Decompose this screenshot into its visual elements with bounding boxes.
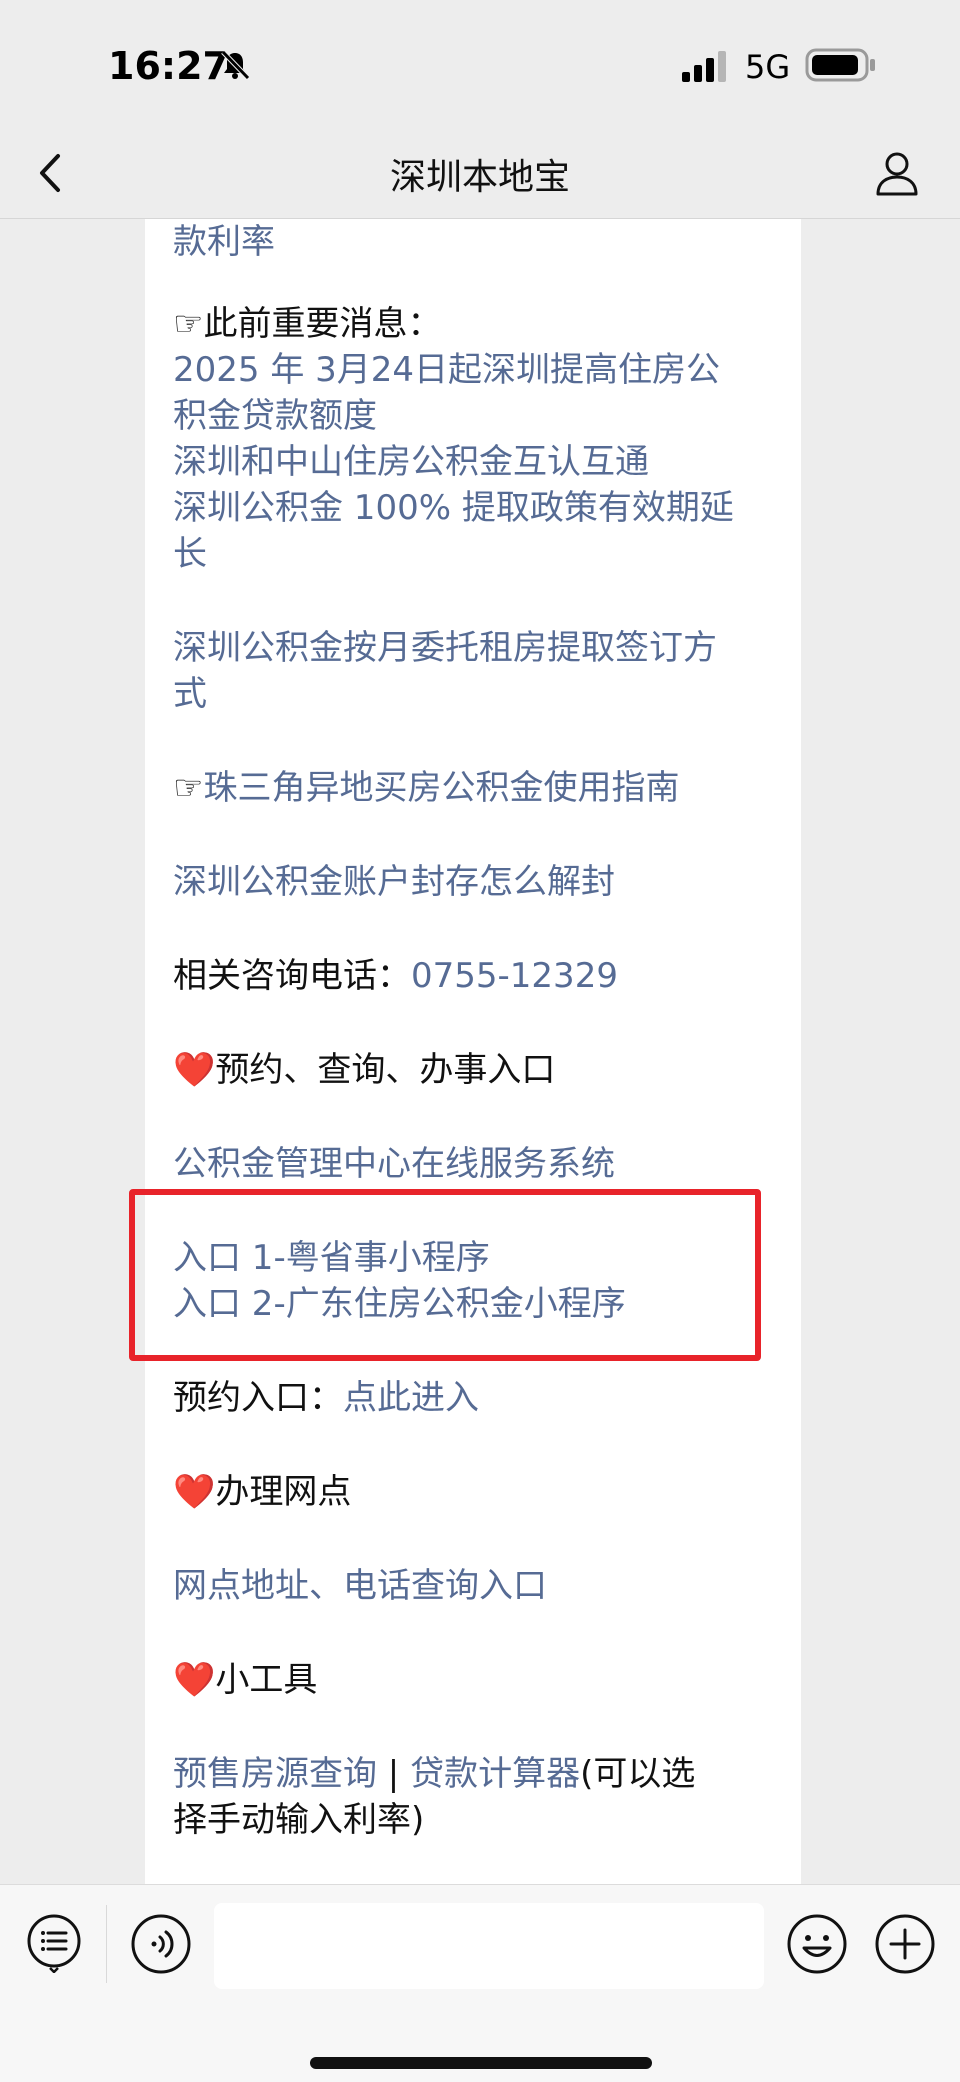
nav-bar: 深圳本地宝 xyxy=(0,130,960,219)
section-outlets-heading: ❤️办理网点 xyxy=(173,1469,783,1515)
rent-withdraw-link-line1[interactable]: 深圳公积金按月委托租房提取签订方 xyxy=(173,625,783,671)
pointing-hand-icon: ☞ xyxy=(173,768,204,808)
appointment-entry-line: 预约入口：点此进入 xyxy=(173,1375,783,1421)
bar-divider xyxy=(106,1905,107,1983)
article-content[interactable]: 款利率 ☞此前重要消息： 2025 年 3月24日起深圳提高住房公 积金贷款额度… xyxy=(0,219,960,1884)
loan-calculator-note-line2: 择手动输入利率) xyxy=(173,1800,425,1840)
highlight-box-entries xyxy=(129,1189,761,1361)
presale-query-link[interactable]: 预售房源查询 xyxy=(173,1754,377,1794)
message-input[interactable] xyxy=(214,1903,764,1989)
bottom-input-bar xyxy=(0,1884,960,2082)
network-type-label: 5G xyxy=(745,48,791,86)
heart-icon: ❤️ xyxy=(173,1472,216,1512)
news-link-extension-line2[interactable]: 长 xyxy=(173,531,783,577)
status-time: 16:27 xyxy=(108,44,229,88)
voice-input-icon[interactable] xyxy=(130,1913,192,1975)
section-appointment-label: 预约、查询、办事入口 xyxy=(215,1050,556,1090)
user-profile-icon[interactable] xyxy=(870,146,924,200)
heart-icon: ❤️ xyxy=(173,1050,216,1090)
online-service-link[interactable]: 公积金管理中心在线服务系统 xyxy=(173,1141,783,1187)
hotline-label: 相关咨询电话： xyxy=(173,956,411,996)
emoji-icon[interactable] xyxy=(786,1913,848,1975)
page-title: 深圳本地宝 xyxy=(389,157,570,198)
article-card: 款利率 ☞此前重要消息： 2025 年 3月24日起深圳提高住房公 积金贷款额度… xyxy=(145,219,801,1884)
prd-guide-link[interactable]: 珠三角异地买房公积金使用指南 xyxy=(203,768,679,808)
tools-links-line1: 预售房源查询 | 贷款计算器(可以选 xyxy=(173,1751,783,1797)
news-link-quota-line2[interactable]: 积金贷款额度 xyxy=(173,393,783,439)
menu-list-icon[interactable] xyxy=(24,1913,84,1973)
home-indicator xyxy=(310,2057,652,2069)
appointment-label: 预约入口： xyxy=(173,1378,343,1418)
status-bar: 16:27 5G xyxy=(0,0,960,130)
section-outlets-label: 办理网点 xyxy=(215,1472,352,1512)
plus-icon[interactable] xyxy=(874,1913,936,1975)
cellular-signal-icon xyxy=(682,51,726,82)
heart-icon: ❤️ xyxy=(173,1660,216,1700)
news-link-zhongshan[interactable]: 深圳和中山住房公积金互认互通 xyxy=(173,439,783,485)
outlets-query-link[interactable]: 网点地址、电话查询入口 xyxy=(173,1563,783,1609)
loan-calculator-link[interactable]: 贷款计算器 xyxy=(410,1754,580,1794)
prev-news-heading: ☞此前重要消息： xyxy=(173,304,442,344)
prd-guide-line: ☞珠三角异地买房公积金使用指南 xyxy=(173,765,783,811)
loan-rate-link-tail[interactable]: 款利率 xyxy=(173,219,783,265)
appointment-link[interactable]: 点此进入 xyxy=(343,1378,479,1418)
loan-calculator-note: (可以选 xyxy=(580,1754,696,1794)
unseal-account-link[interactable]: 深圳公积金账户封存怎么解封 xyxy=(173,859,783,905)
section-tools-label: 小工具 xyxy=(215,1660,318,1700)
hotline-number-link[interactable]: 0755-12329 xyxy=(411,956,618,996)
tools-separator: | xyxy=(377,1754,411,1794)
rent-withdraw-link-line2[interactable]: 式 xyxy=(173,671,783,717)
battery-icon xyxy=(805,48,875,82)
section-tools-heading: ❤️小工具 xyxy=(173,1657,783,1703)
bell-slash-icon xyxy=(221,50,250,80)
news-link-quota-line1[interactable]: 2025 年 3月24日起深圳提高住房公 xyxy=(173,347,783,393)
section-appointment-heading: ❤️预约、查询、办事入口 xyxy=(173,1047,783,1093)
news-link-extension-line1[interactable]: 深圳公积金 100% 提取政策有效期延 xyxy=(173,485,783,531)
hotline-line: 相关咨询电话：0755-12329 xyxy=(173,953,783,999)
